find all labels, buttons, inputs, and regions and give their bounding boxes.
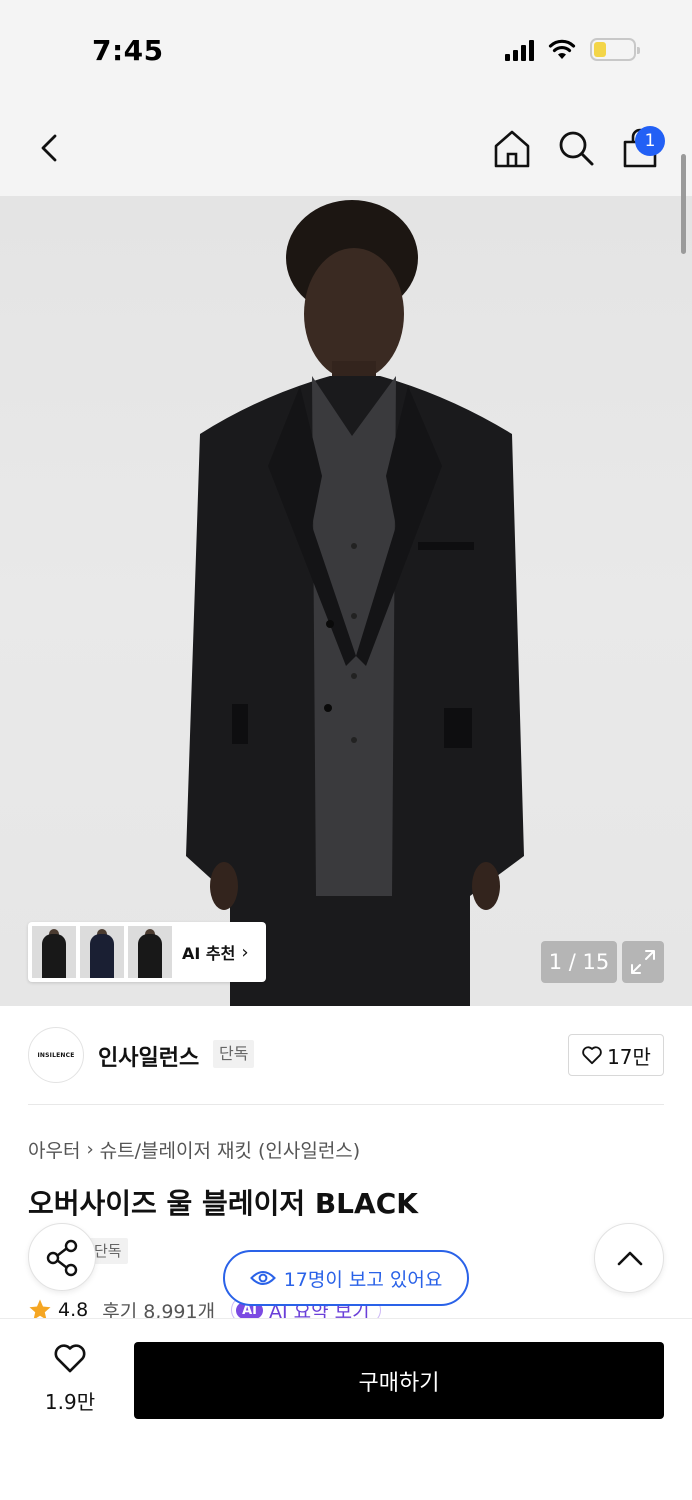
buy-button[interactable]: 구매하기 <box>134 1342 664 1419</box>
chevron-up-icon <box>617 1251 643 1266</box>
breadcrumb-subcategory[interactable]: 슈트/블레이저 재킷 (인사일런스) <box>100 1136 361 1163</box>
share-button[interactable] <box>28 1223 96 1291</box>
divider <box>28 1104 664 1105</box>
chevron-left-icon[interactable] <box>30 128 70 168</box>
ai-recommend-thumbnails[interactable]: AI 추천 › <box>28 922 266 982</box>
brand-name[interactable]: 인사일런스 <box>98 1040 199 1072</box>
status-icons <box>505 38 640 61</box>
search-icon[interactable] <box>556 128 596 168</box>
thumbnail-2[interactable] <box>80 926 124 978</box>
viewers-count-text: 17명이 보고 있어요 <box>283 1268 443 1291</box>
thumbnail-3[interactable] <box>128 926 172 978</box>
ai-recommend-label: AI 추천 <box>182 944 236 963</box>
heart-icon <box>582 1046 602 1065</box>
image-page-indicator: 1 / 15 <box>541 941 617 983</box>
top-nav-bar <box>0 100 692 196</box>
ai-recommend-link[interactable]: AI 추천 › <box>182 940 249 964</box>
eye-icon <box>249 1271 276 1285</box>
brand-logo[interactable]: INSILENCE <box>28 1027 84 1083</box>
scroll-to-top-button[interactable] <box>594 1223 664 1293</box>
share-icon <box>46 1239 78 1277</box>
wishlist-count: 1.9만 <box>44 1390 96 1414</box>
expand-icon <box>631 950 655 974</box>
product-photo-model <box>186 200 524 1006</box>
product-title: 오버사이즈 울 블레이저 BLACK <box>28 1187 418 1220</box>
home-icon[interactable] <box>492 128 532 170</box>
thumbnail-1[interactable] <box>32 926 76 978</box>
status-time: 7:45 <box>92 34 164 67</box>
brand-exclusive-tag: 단독 <box>213 1040 255 1068</box>
expand-image-button[interactable] <box>622 941 664 983</box>
chevron-right-icon: › <box>86 1139 94 1160</box>
breadcrumb-category[interactable]: 아우터 <box>28 1136 80 1163</box>
viewers-count-pill: 17명이 보고 있어요 <box>223 1250 469 1306</box>
wifi-icon <box>548 39 576 59</box>
breadcrumb: 아우터 › 슈트/블레이저 재킷 (인사일런스) <box>28 1136 360 1163</box>
battery-icon <box>590 38 640 61</box>
heart-icon <box>54 1344 86 1373</box>
brand-like-button[interactable]: 17만 <box>568 1034 664 1076</box>
brand-like-count: 17만 <box>607 1044 651 1069</box>
scroll-indicator[interactable] <box>681 154 686 254</box>
status-bar: 7:45 <box>0 0 692 100</box>
cart-count-badge: 1 <box>635 126 665 156</box>
chevron-right-icon: › <box>241 941 249 963</box>
product-image[interactable] <box>0 196 692 1006</box>
cellular-signal-icon <box>505 39 534 61</box>
